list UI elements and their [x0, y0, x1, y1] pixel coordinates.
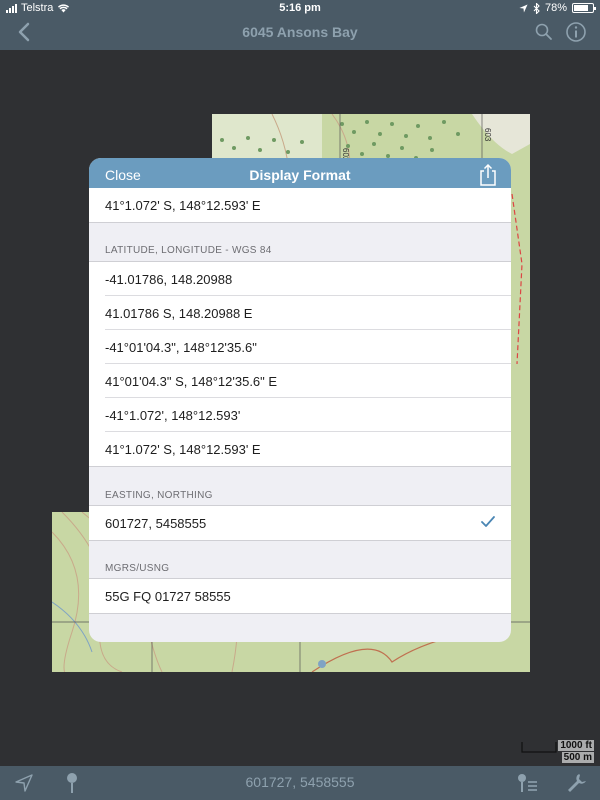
format-option-text: 601727, 5458555: [105, 516, 207, 531]
modal-title: Display Format: [249, 167, 351, 183]
format-option-text: 41.01786 S, 148.20988 E: [105, 306, 253, 321]
scale-feet-label: 1000 ft: [558, 740, 594, 751]
section-header-latlon: LATITUDE, LONGITUDE - WGS 84: [105, 245, 272, 256]
format-option-row[interactable]: 41°1.072' S, 148°12.593' E: [89, 188, 511, 222]
format-option-row[interactable]: -41°1.072', 148°12.593': [89, 398, 511, 432]
divider: [89, 613, 511, 614]
format-option-text: 41°1.072' S, 148°12.593' E: [105, 198, 261, 213]
bottom-bar: 601727, 5458555: [0, 766, 600, 800]
modal-header: Close Display Format: [89, 158, 511, 192]
display-format-modal: Close Display Format 41°1.072' S, 148°12…: [89, 158, 511, 642]
status-right: 78%: [519, 2, 596, 14]
checkmark-icon: [481, 516, 495, 527]
format-option-row[interactable]: -41.01786, 148.20988: [89, 262, 511, 296]
format-option-text: 41°01'04.3" S, 148°12'35.6" E: [105, 374, 278, 389]
status-bar: Telstra 5:16 pm 78%: [0, 0, 600, 16]
format-option-text: 41°1.072' S, 148°12.593' E: [105, 442, 261, 457]
format-option-row[interactable]: 41°1.072' S, 148°12.593' E: [89, 432, 511, 466]
map-title: 6045 Ansons Bay: [242, 24, 358, 40]
location-services-icon: [519, 3, 528, 13]
search-icon[interactable]: [534, 22, 554, 42]
format-option-row[interactable]: 41.01786 S, 148.20988 E: [89, 296, 511, 330]
section-header-mgrs: MGRS/USNG: [105, 563, 170, 574]
status-time: 5:16 pm: [279, 2, 321, 14]
format-option-row[interactable]: 55G FQ 01727 58555: [89, 579, 511, 613]
nav-bar: 6045 Ansons Bay: [0, 16, 600, 50]
section-header-easting-northing: EASTING, NORTHING: [105, 490, 213, 501]
battery-icon: [572, 3, 596, 13]
format-option-row[interactable]: 41°01'04.3" S, 148°12'35.6" E: [89, 364, 511, 398]
divider: [89, 466, 511, 467]
format-option-text: -41°1.072', 148°12.593': [105, 408, 241, 423]
scale-bar: 1000 ft 500 m: [520, 740, 596, 764]
scale-meters-label: 500 m: [561, 752, 594, 763]
wrench-icon[interactable]: [566, 772, 586, 792]
current-coordinates: 601727, 5458555: [245, 774, 355, 790]
format-option-row-selected[interactable]: 601727, 5458555: [89, 506, 511, 540]
share-icon[interactable]: [479, 163, 497, 187]
format-option-text: -41°01'04.3", 148°12'35.6": [105, 340, 257, 355]
divider: [89, 540, 511, 541]
grid-label-603: 603: [483, 128, 492, 142]
battery-percent: 78%: [544, 2, 567, 14]
divider: [89, 222, 511, 223]
bluetooth-icon: [533, 2, 540, 14]
format-option-text: 55G FQ 01727 58555: [105, 589, 231, 604]
format-option-row[interactable]: -41°01'04.3", 148°12'35.6": [89, 330, 511, 364]
pin-list-icon[interactable]: [516, 773, 538, 793]
info-icon[interactable]: [565, 21, 587, 43]
format-option-text: -41.01786, 148.20988: [105, 272, 233, 287]
